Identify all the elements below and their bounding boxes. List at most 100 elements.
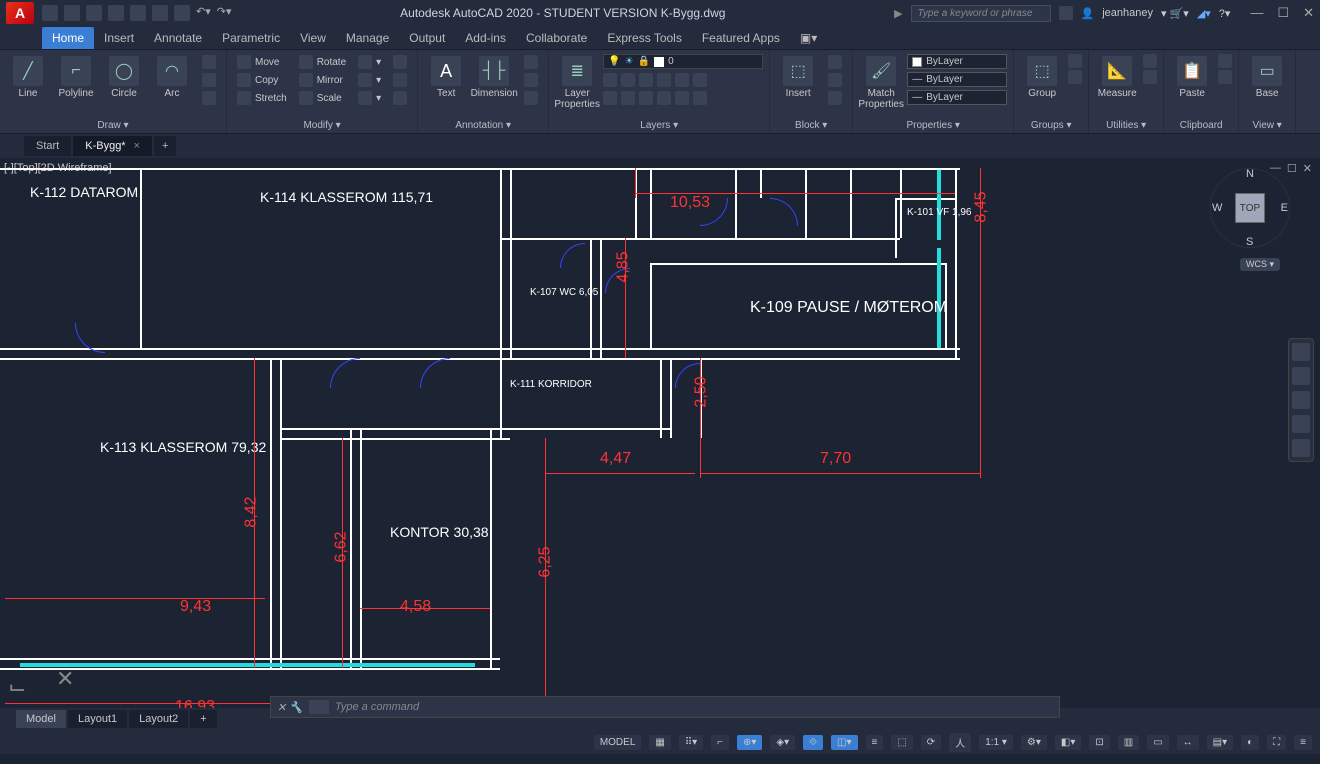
cut-icon[interactable] (1218, 54, 1232, 68)
username-label[interactable]: jeanhaney (1102, 7, 1153, 19)
status-customization-icon[interactable]: ≡ (1294, 735, 1312, 750)
mtext-button[interactable] (520, 90, 542, 106)
edit-attr-button[interactable] (824, 90, 846, 106)
status-cleanscreen-icon[interactable]: ⛶ (1267, 735, 1286, 750)
arc-button[interactable]: ◠Arc (150, 52, 194, 99)
mirror-button[interactable]: Mirror (295, 72, 350, 88)
panel-draw-label[interactable]: Draw ▾ (6, 118, 220, 131)
copy-clip-icon[interactable] (1218, 70, 1232, 84)
status-gear-icon[interactable]: ⚙▾ (1021, 735, 1047, 750)
tab-express[interactable]: Express Tools (597, 27, 691, 49)
drawing-canvas[interactable]: [-][Top][2D Wireframe] — ☐ ✕ TOP N S E W… (0, 158, 1320, 708)
layout-tab-model[interactable]: Model (16, 710, 66, 728)
draw-extra-1[interactable] (198, 54, 220, 70)
user-icon[interactable]: 👤 (1081, 7, 1095, 20)
tab-insert[interactable]: Insert (94, 27, 144, 49)
vp-close-icon[interactable]: ✕ (1303, 162, 1312, 175)
erase-button[interactable] (389, 54, 411, 70)
layer-properties-button[interactable]: ≣Layer Properties (555, 52, 599, 110)
doc-tab-kbygg[interactable]: K-Bygg*× (73, 136, 152, 156)
layout-tab-layout2[interactable]: Layout2 (129, 710, 188, 728)
play-icon[interactable]: ▶ (894, 7, 902, 20)
status-units-icon[interactable]: ▥ (1118, 735, 1139, 750)
status-hardware-icon[interactable]: ◐ (1241, 735, 1259, 750)
viewcube-west[interactable]: W (1212, 202, 1222, 214)
steering-wheel-icon[interactable] (1292, 343, 1310, 361)
group-edit-icon[interactable] (1068, 70, 1082, 84)
viewcube-south[interactable]: S (1246, 236, 1253, 248)
text-button[interactable]: AText (424, 52, 468, 99)
layer-tool-6-icon[interactable] (693, 73, 707, 87)
status-annoscale-icon[interactable]: 人 (949, 733, 971, 752)
status-ortho-icon[interactable]: ⌐ (711, 735, 729, 750)
new-icon[interactable] (42, 5, 58, 21)
status-transparency-icon[interactable]: ⬚ (891, 735, 912, 750)
redo-icon[interactable]: ↷▾ (217, 5, 232, 21)
status-iso-icon[interactable]: ◈▾ (770, 735, 795, 750)
status-annotation-monitor-icon[interactable]: ⊡ (1089, 735, 1109, 750)
layer-tool-9-icon[interactable] (639, 91, 653, 105)
linetype-dropdown[interactable]: — ByLayer (907, 90, 1007, 105)
saveas-icon[interactable] (108, 5, 124, 21)
view-cube[interactable]: TOP N S E W (1210, 168, 1290, 248)
save-icon[interactable] (86, 5, 102, 21)
line-button[interactable]: ╱Line (6, 52, 50, 99)
paste-button[interactable]: 📋Paste (1170, 52, 1214, 99)
help-icon[interactable]: ?▾ (1219, 7, 1231, 20)
layer-tool-11-icon[interactable] (675, 91, 689, 105)
panel-clipboard-label[interactable]: Clipboard (1170, 118, 1232, 131)
minimize-button[interactable]: — (1250, 5, 1263, 21)
tab-parametric[interactable]: Parametric (212, 27, 290, 49)
status-grid-icon[interactable]: ▦ (649, 735, 670, 750)
leader-button[interactable] (520, 54, 542, 70)
move-button[interactable]: Move (233, 54, 291, 70)
ungroup-icon[interactable] (1068, 54, 1082, 68)
layer-tool-2-icon[interactable] (621, 73, 635, 87)
tab-addins[interactable]: Add-ins (455, 27, 516, 49)
layer-tool-8-icon[interactable] (621, 91, 635, 105)
base-button[interactable]: ▭Base (1245, 52, 1289, 99)
new-layout-button[interactable]: + (190, 710, 216, 728)
close-button[interactable]: ✕ (1303, 5, 1314, 21)
panel-block-label[interactable]: Block ▾ (776, 118, 846, 131)
polyline-button[interactable]: ⌐Polyline (54, 52, 98, 99)
stretch-button[interactable]: Stretch (233, 90, 291, 106)
panel-view-label[interactable]: View ▾ (1245, 118, 1289, 131)
offset-button[interactable] (389, 90, 411, 106)
lineweight-dropdown[interactable]: — ByLayer (907, 72, 1007, 87)
copy-button[interactable]: Copy (233, 72, 291, 88)
create-block-button[interactable] (824, 54, 846, 70)
fillet-button[interactable]: ▾ (354, 72, 385, 88)
zoom-extents-icon[interactable] (1292, 391, 1310, 409)
signin-icon[interactable] (1059, 6, 1073, 20)
web-mobile-icon[interactable] (130, 5, 146, 21)
status-osnap-icon[interactable]: ⟐ (803, 735, 823, 750)
layer-tool-5-icon[interactable] (675, 73, 689, 87)
doc-tab-start[interactable]: Start (24, 136, 71, 156)
status-lineweight-icon[interactable]: ≡ (866, 735, 884, 750)
tab-featured[interactable]: Featured Apps (692, 27, 790, 49)
layer-tool-4-icon[interactable] (657, 73, 671, 87)
draw-extra-3[interactable] (198, 90, 220, 106)
undo-icon[interactable]: ↶▾ (196, 5, 211, 21)
current-layer-dropdown[interactable]: 💡☀🔒0 (603, 54, 763, 69)
status-workspace-icon[interactable]: ◧▾ (1055, 735, 1081, 750)
panel-annotation-label[interactable]: Annotation ▾ (424, 118, 542, 131)
viewcube-east[interactable]: E (1281, 202, 1288, 214)
circle-button[interactable]: ◯Circle (102, 52, 146, 99)
layer-tool-7-icon[interactable] (603, 91, 617, 105)
print-icon[interactable] (174, 5, 190, 21)
tab-more-icon[interactable]: ▣▾ (790, 27, 827, 49)
app-logo-icon[interactable]: A (6, 2, 34, 24)
status-model-button[interactable]: MODEL (594, 735, 642, 750)
layer-tool-12-icon[interactable] (693, 91, 707, 105)
status-otrack-icon[interactable]: ◫▾ (831, 735, 857, 750)
cart-icon[interactable]: ▾ 🛒▾ (1161, 7, 1189, 20)
status-quickprops-icon[interactable]: ▭ (1147, 735, 1168, 750)
status-lock-ui-icon[interactable]: ↔ (1177, 735, 1199, 750)
tab-home[interactable]: Home (42, 27, 94, 49)
explode-button[interactable] (389, 72, 411, 88)
search-input[interactable]: Type a keyword or phrase (911, 5, 1051, 22)
command-line[interactable]: ✕ 🔧 Type a command (270, 696, 1060, 718)
maximize-button[interactable]: ☐ (1277, 5, 1289, 21)
